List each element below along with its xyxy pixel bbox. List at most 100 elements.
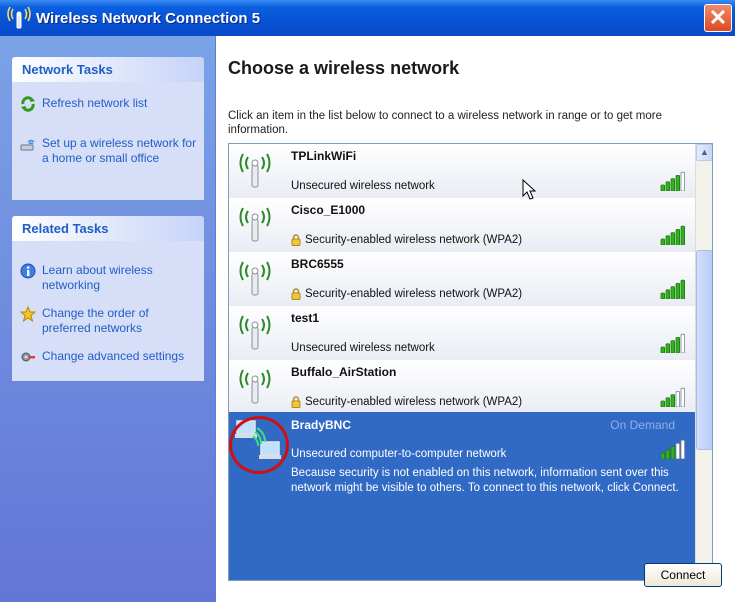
wireless-antenna-icon [237,150,273,190]
network-name: Cisco_E1000 [291,203,366,217]
signal-bar [675,443,680,460]
network-security-label: Security-enabled wireless network (WPA2) [305,234,523,246]
network-name: Buffalo_AirStation [291,365,397,379]
signal-bar [675,283,680,300]
network-item[interactable]: TPLinkWiFi Unsecured wireless network [229,144,695,198]
refresh-network-list-link[interactable]: Refresh network list [12,96,204,112]
signal-bar [675,391,680,408]
lock-icon [291,288,301,300]
signal-bar [680,387,685,408]
wireless-antenna-icon [237,258,273,298]
task-sidebar: Network Tasks Refresh network list Set u… [0,36,216,602]
network-item[interactable]: Cisco_E1000 Security-enabled wireless ne… [229,198,695,252]
selected-network-item[interactable]: BradyBNC On Demand Unsecured computer-to… [229,412,695,580]
network-security-label: Unsecured wireless network [291,180,435,192]
wireless-network-list[interactable]: TPLinkWiFi Unsecured wireless network Ci… [228,143,713,581]
signal-bar [670,394,675,408]
connection-status: On Demand [610,418,675,432]
close-icon: ✕ [708,5,728,30]
highlight-circle [229,416,289,474]
signal-strength-icon [659,171,685,192]
star-icon [19,305,37,323]
network-tasks-heading[interactable]: Network Tasks [12,57,204,82]
signal-bar [675,337,680,354]
network-name: TPLinkWiFi [291,149,357,163]
security-warning-text: Because security is not enabled on this … [291,467,679,494]
wireless-antenna-icon [237,366,273,406]
network-security: Security-enabled wireless network (WPA2) [291,396,522,408]
signal-bar [680,225,685,246]
signal-bar [665,449,670,460]
scroll-thumb[interactable] [696,250,712,450]
signal-bar [680,439,685,460]
signal-bar [665,397,670,408]
network-item[interactable]: test1 Unsecured wireless network [229,306,695,360]
network-name: BRC6555 [291,257,344,271]
network-security-label: Security-enabled wireless network (WPA2) [305,396,523,408]
settings-icon [20,349,36,365]
network-item[interactable]: Buffalo_AirStation Security-enabled wire… [229,360,695,414]
signal-bar [680,333,685,354]
network-security: Security-enabled wireless network (WPA2) [291,234,522,246]
network-security-label: Unsecured wireless network [291,342,435,354]
signal-strength-icon [659,387,685,408]
wireless-antenna-icon [237,312,273,352]
signal-bar [670,286,675,300]
related-tasks-heading[interactable]: Related Tasks [12,216,204,241]
signal-bar [675,175,680,192]
mouse-cursor-icon [522,178,538,201]
signal-bar [670,340,675,354]
signal-bar [660,238,665,246]
setup-wireless-icon [20,136,36,152]
chevron-up-icon: ▲ [700,147,709,157]
network-security-label: Security-enabled wireless network (WPA2) [305,288,523,300]
network-name: BradyBNC [291,418,352,432]
signal-strength-icon [659,439,685,460]
setup-wireless-network-label: Set up a wireless network for a home or … [42,136,197,165]
signal-bar [680,171,685,192]
main-content: Choose a wireless network Click an item … [217,36,735,602]
refresh-network-list-label: Refresh network list [42,96,148,110]
signal-bar [660,292,665,300]
list-scrollbar[interactable]: ▲ ▼ [695,144,712,580]
network-security: Unsecured wireless network [291,342,435,354]
computer-to-computer-icon [229,416,289,474]
network-security: Unsecured wireless network [291,180,435,192]
learn-about-wireless-link[interactable]: Learn about wireless networking [12,263,204,293]
setup-wireless-network-link[interactable]: Set up a wireless network for a home or … [12,136,204,166]
network-tasks-panel: Network Tasks Refresh network list Set u… [12,57,204,200]
signal-strength-icon [659,225,685,246]
change-order-preferred-link[interactable]: Change the order of preferred networks [12,305,204,336]
signal-strength-icon [659,333,685,354]
signal-bar [670,232,675,246]
page-title: Choose a wireless network [228,58,460,78]
info-icon [20,263,36,279]
network-item[interactable]: BRC6555 Security-enabled wireless networ… [229,252,695,306]
signal-bar [660,184,665,192]
related-tasks-panel: Related Tasks Learn about wireless netwo… [12,216,204,381]
signal-bar [675,229,680,246]
signal-bar [670,446,675,460]
scroll-up-button[interactable]: ▲ [696,144,712,161]
lock-icon [291,234,301,246]
page-description: Click an item in the list below to conne… [228,110,663,136]
network-security-label: Unsecured computer-to-computer network [291,448,507,460]
signal-bar [665,181,670,192]
signal-bar [660,400,665,408]
signal-bar [660,452,665,460]
close-button[interactable]: ✕ [704,4,732,32]
signal-bar [670,178,675,192]
connect-button[interactable]: Connect [644,563,722,587]
signal-bar [680,279,685,300]
change-advanced-settings-link[interactable]: Change advanced settings [12,349,204,365]
signal-strength-icon [659,279,685,300]
window-title: Wireless Network Connection 5 [36,9,261,27]
refresh-icon [20,96,36,112]
learn-about-wireless-label: Learn about wireless networking [42,263,153,292]
title-bar: Wireless Network Connection 5 ✕ [0,0,735,36]
change-advanced-settings-label: Change advanced settings [42,349,185,363]
signal-bar [665,289,670,300]
network-security: Security-enabled wireless network (WPA2) [291,288,522,300]
lock-icon [291,396,301,408]
signal-bar [665,343,670,354]
